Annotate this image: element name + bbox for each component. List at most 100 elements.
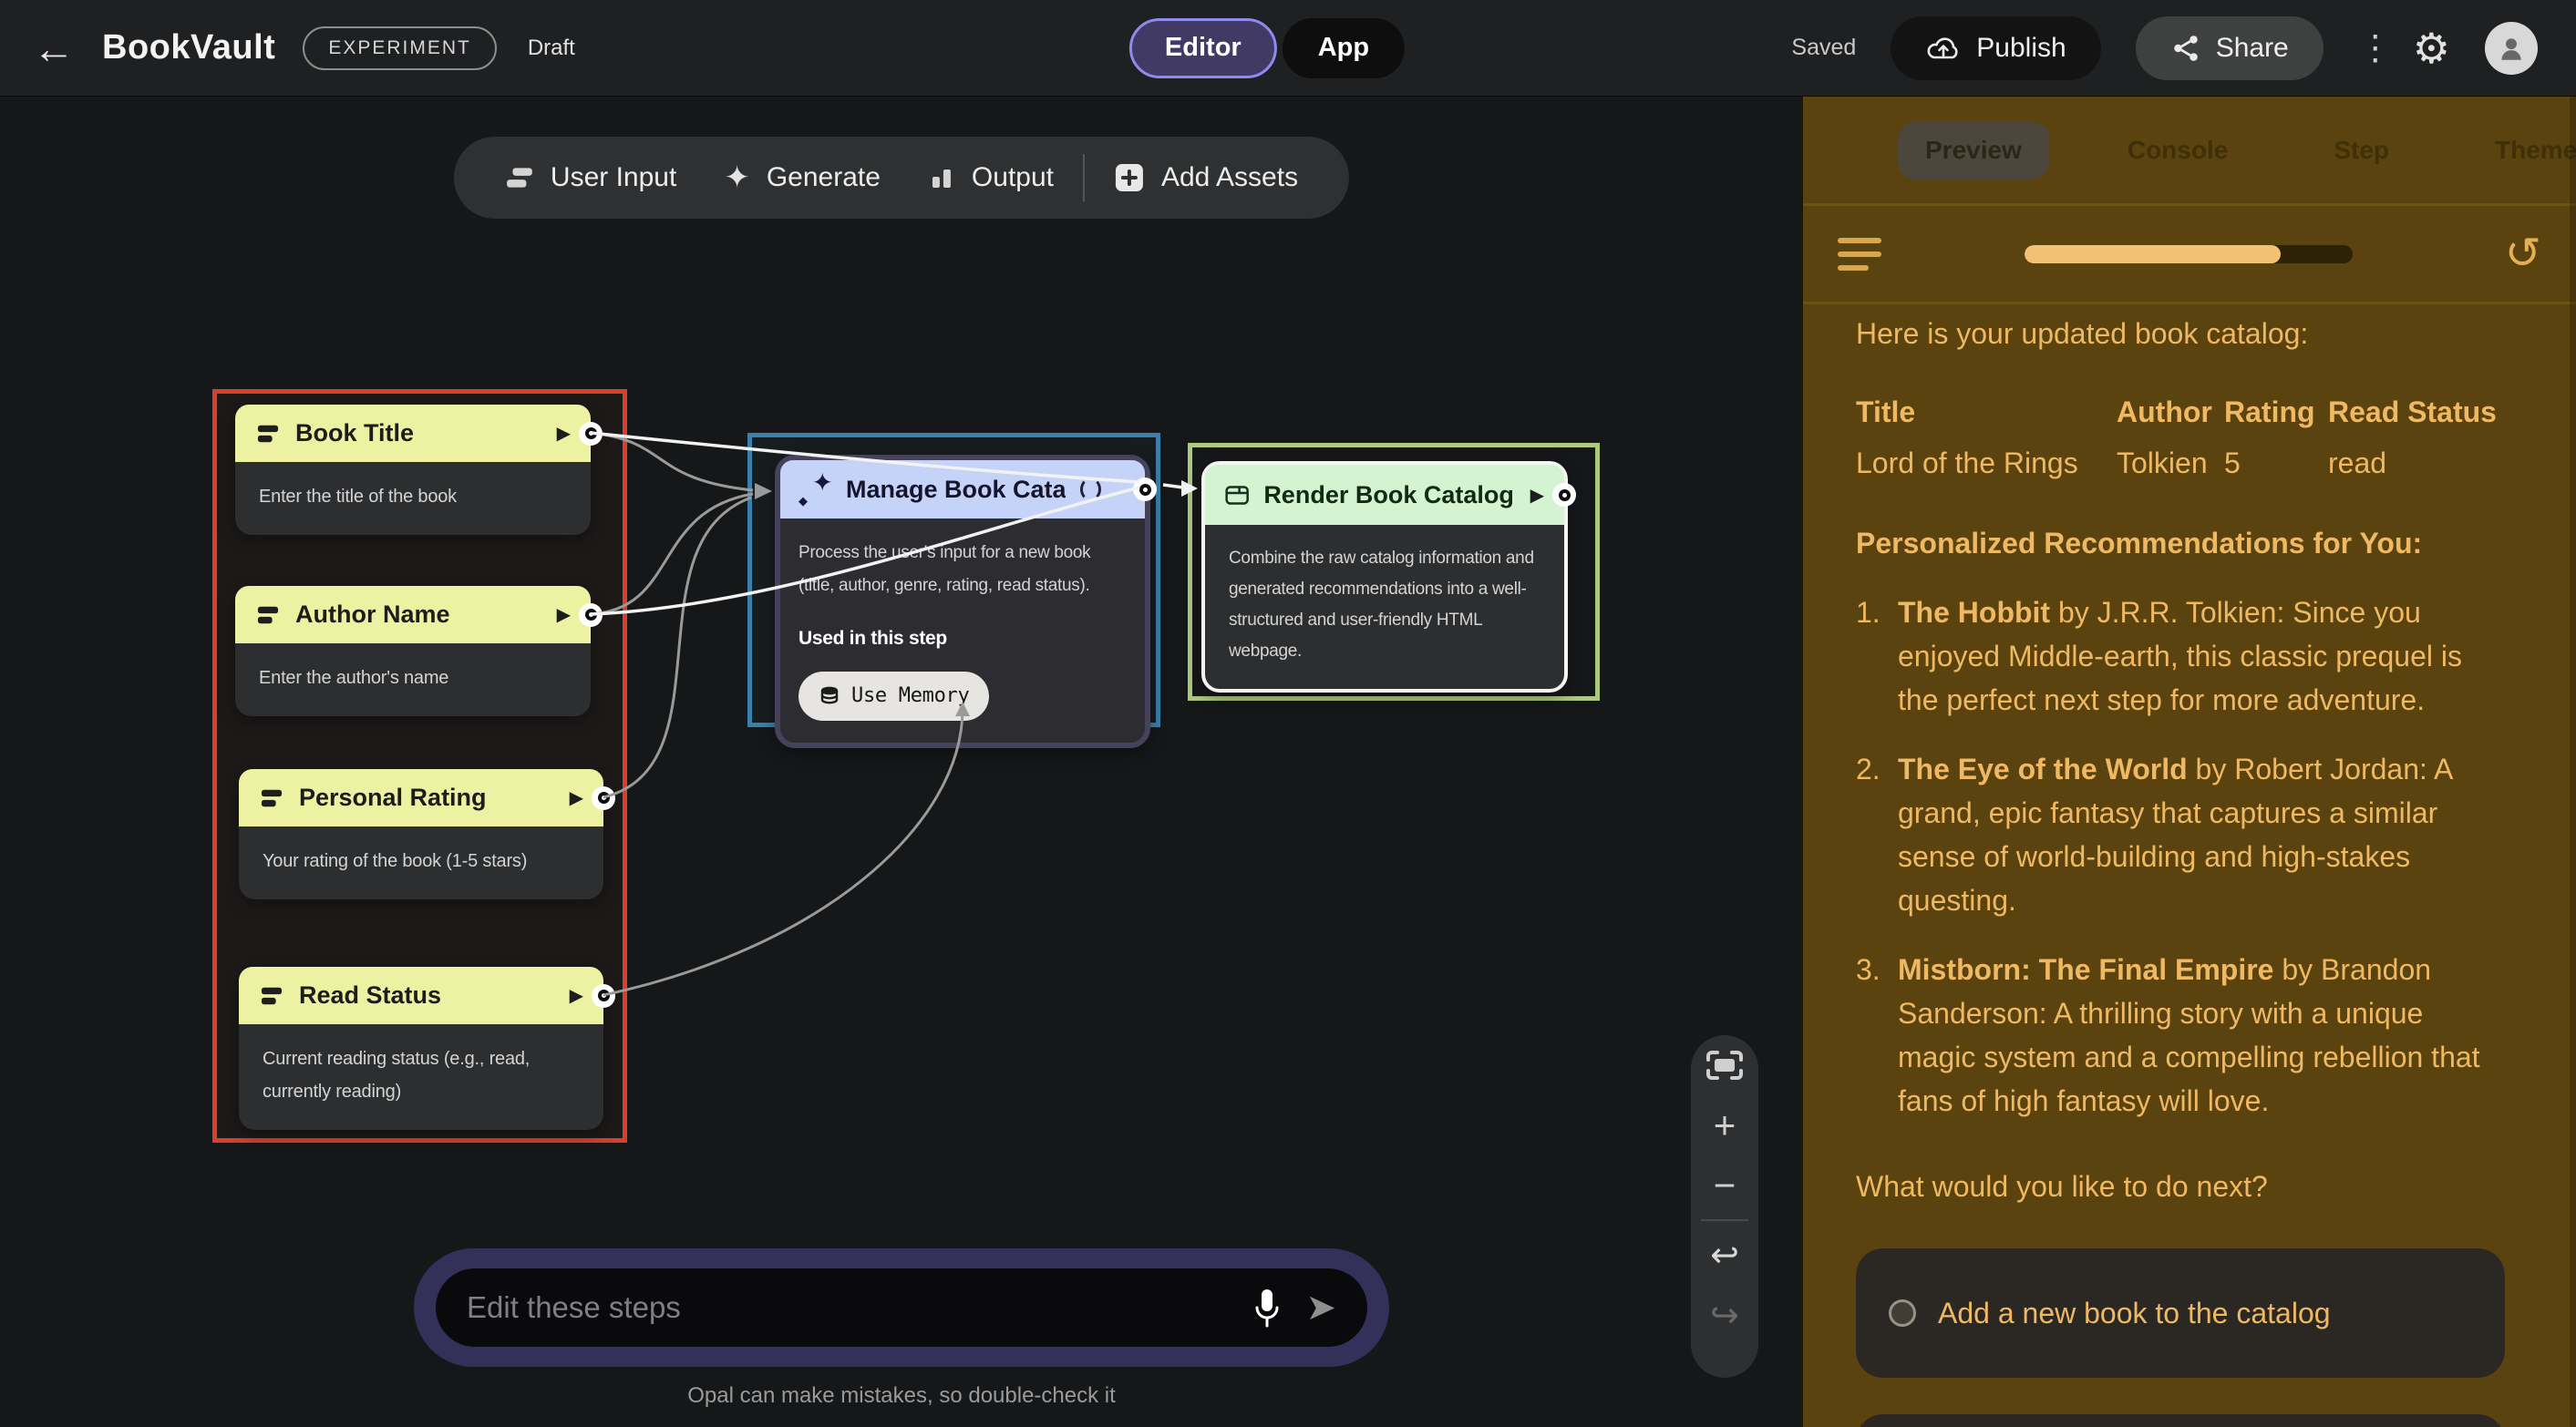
node-author-name[interactable]: Author Name ▶ Enter the author's name bbox=[235, 586, 591, 716]
overflow-menu-icon[interactable]: ⋮ bbox=[2358, 27, 2378, 68]
tab-app[interactable]: App bbox=[1283, 18, 1405, 78]
publish-button[interactable]: Publish bbox=[1891, 16, 2100, 80]
workflow-canvas[interactable]: User Input ✦ Generate Output Add Assets bbox=[0, 97, 1803, 1427]
user-input-button[interactable]: User Input bbox=[481, 162, 700, 193]
mic-icon bbox=[1251, 1286, 1283, 1329]
avatar[interactable] bbox=[2485, 22, 2538, 75]
output-chart-icon bbox=[928, 164, 955, 191]
canvas-zoom-controls: + − ↩ ↪ bbox=[1691, 1035, 1758, 1378]
generate-label: Generate bbox=[767, 162, 881, 193]
output-port[interactable] bbox=[579, 603, 603, 627]
node-read-status[interactable]: Read Status ▶ Current reading status (e.… bbox=[239, 967, 603, 1130]
node-header[interactable]: ✦ ◆ Manage Book Catalog bbox=[780, 460, 1145, 518]
node-header[interactable]: Author Name ▶ bbox=[235, 586, 591, 643]
refresh-icon[interactable]: ↺ bbox=[2505, 232, 2541, 276]
back-button[interactable]: ← bbox=[33, 27, 75, 69]
node-personal-rating[interactable]: Personal Rating ▶ Your rating of the boo… bbox=[239, 769, 603, 899]
top-bar-left: ← BookVault EXPERIMENT Draft bbox=[0, 26, 575, 70]
top-bar: ← BookVault EXPERIMENT Draft Editor App … bbox=[0, 0, 2576, 97]
output-port[interactable] bbox=[592, 786, 615, 810]
add-assets-icon bbox=[1114, 162, 1145, 193]
next-option-button-partial[interactable] bbox=[1856, 1414, 2505, 1427]
cloud-upload-icon bbox=[1925, 34, 1962, 63]
node-body: Process the user's input for a new book … bbox=[780, 518, 1145, 743]
node-header[interactable]: Render Book Catalog an... ▶ bbox=[1205, 465, 1564, 525]
run-step-icon[interactable]: ▶ bbox=[1530, 484, 1544, 507]
node-title: Read Status bbox=[299, 981, 441, 1010]
user-input-icon bbox=[259, 787, 284, 809]
node-header[interactable]: Read Status ▶ bbox=[239, 967, 603, 1024]
node-title: Manage Book Catalog bbox=[846, 476, 1066, 504]
tab-editor[interactable]: Editor bbox=[1129, 18, 1277, 78]
node-title: Book Title bbox=[295, 419, 414, 447]
rec-text: The Eye of the World by Robert Jordan: A… bbox=[1898, 747, 2505, 922]
output-port[interactable] bbox=[592, 984, 615, 1008]
run-step-icon[interactable]: ▶ bbox=[570, 984, 583, 1007]
node-header[interactable]: Book Title ▶ bbox=[235, 405, 591, 462]
output-port[interactable] bbox=[1133, 477, 1157, 501]
node-title: Render Book Catalog an... bbox=[1263, 481, 1515, 509]
settings-gear-icon[interactable]: ⚙ bbox=[2413, 27, 2450, 69]
zoomer-divider bbox=[1701, 1219, 1748, 1221]
node-manage-book-catalog[interactable]: ✦ ◆ Manage Book Catalog Process the user… bbox=[775, 455, 1150, 748]
redo-button[interactable]: ↪ bbox=[1691, 1285, 1758, 1345]
user-input-icon bbox=[259, 985, 284, 1007]
next-question-text: What would you like to do next? bbox=[1856, 1165, 2505, 1208]
add-book-option-button[interactable]: Add a new book to the catalog bbox=[1856, 1248, 2505, 1378]
user-input-label: User Input bbox=[551, 162, 676, 193]
user-input-icon bbox=[505, 165, 534, 190]
node-render-book-catalog[interactable]: Render Book Catalog an... ▶ Combine the … bbox=[1201, 461, 1568, 693]
cell-read-status: read bbox=[2328, 437, 2505, 488]
send-button[interactable]: ➤ bbox=[1305, 1289, 1336, 1326]
undo-button[interactable]: ↩ bbox=[1691, 1225, 1758, 1285]
add-assets-button[interactable]: Add Assets bbox=[1090, 162, 1322, 193]
tab-theme[interactable]: Theme bbox=[2468, 121, 2576, 180]
fit-view-icon bbox=[1703, 1047, 1747, 1083]
edit-steps-input[interactable] bbox=[467, 1290, 1229, 1325]
toolbar-divider bbox=[1083, 154, 1085, 201]
run-step-icon[interactable]: ▶ bbox=[557, 422, 571, 445]
fit-view-button[interactable] bbox=[1691, 1035, 1758, 1095]
col-rating: Rating bbox=[2224, 386, 2328, 437]
person-icon bbox=[2496, 33, 2527, 64]
output-port[interactable] bbox=[579, 422, 603, 446]
radio-icon bbox=[1889, 1299, 1916, 1327]
progress-bar-fill bbox=[2025, 245, 2281, 263]
rec-text: Mistborn: The Final Empire by Brandon Sa… bbox=[1898, 948, 2505, 1123]
share-label: Share bbox=[2216, 33, 2289, 64]
zoom-in-button[interactable]: + bbox=[1691, 1095, 1758, 1155]
output-port[interactable] bbox=[1552, 483, 1576, 507]
user-input-icon bbox=[255, 423, 281, 445]
run-step-icon[interactable]: ▶ bbox=[557, 603, 571, 626]
generate-button[interactable]: ✦ Generate bbox=[700, 162, 904, 193]
recommendations-heading: Personalized Recommendations for You: bbox=[1856, 521, 2505, 565]
tab-step[interactable]: Step bbox=[2306, 121, 2416, 180]
cell-rating: 5 bbox=[2224, 437, 2328, 488]
generate-sparkle-icon: ✦ ◆ bbox=[800, 474, 831, 505]
progress-bar bbox=[2025, 245, 2353, 263]
use-memory-chip[interactable]: Use Memory bbox=[799, 672, 989, 721]
saved-status: Saved bbox=[1791, 35, 1856, 61]
panel-scrollbar[interactable] bbox=[2570, 97, 2576, 1427]
add-book-option-label: Add a new book to the catalog bbox=[1938, 1291, 2331, 1335]
node-header[interactable]: Personal Rating ▶ bbox=[239, 769, 603, 826]
disclaimer-text: Opal can make mistakes, so double-check … bbox=[687, 1383, 1116, 1409]
node-title: Author Name bbox=[295, 601, 450, 629]
output-label: Output bbox=[972, 162, 1054, 193]
tab-preview[interactable]: Preview bbox=[1898, 121, 2049, 180]
use-memory-label: Use Memory bbox=[851, 680, 969, 713]
output-button[interactable]: Output bbox=[904, 162, 1077, 193]
share-button[interactable]: Share bbox=[2136, 16, 2324, 80]
edit-prompt-bar: ➤ bbox=[414, 1248, 1389, 1367]
run-step-icon[interactable]: ▶ bbox=[570, 786, 583, 809]
cell-title: Lord of the Rings bbox=[1856, 437, 2117, 488]
node-book-title[interactable]: Book Title ▶ Enter the title of the book bbox=[235, 405, 591, 535]
menu-hamburger-icon[interactable] bbox=[1838, 238, 1881, 271]
tab-console[interactable]: Console bbox=[2100, 121, 2255, 180]
node-description: Enter the author's name bbox=[235, 643, 591, 716]
webpage-icon bbox=[1225, 483, 1249, 508]
panel-tabs: Preview Console Step Theme bbox=[1803, 97, 2576, 206]
mic-button[interactable] bbox=[1251, 1286, 1283, 1329]
zoom-out-button[interactable]: − bbox=[1691, 1155, 1758, 1216]
recommendation-item: 3. Mistborn: The Final Empire by Brandon… bbox=[1856, 948, 2505, 1123]
